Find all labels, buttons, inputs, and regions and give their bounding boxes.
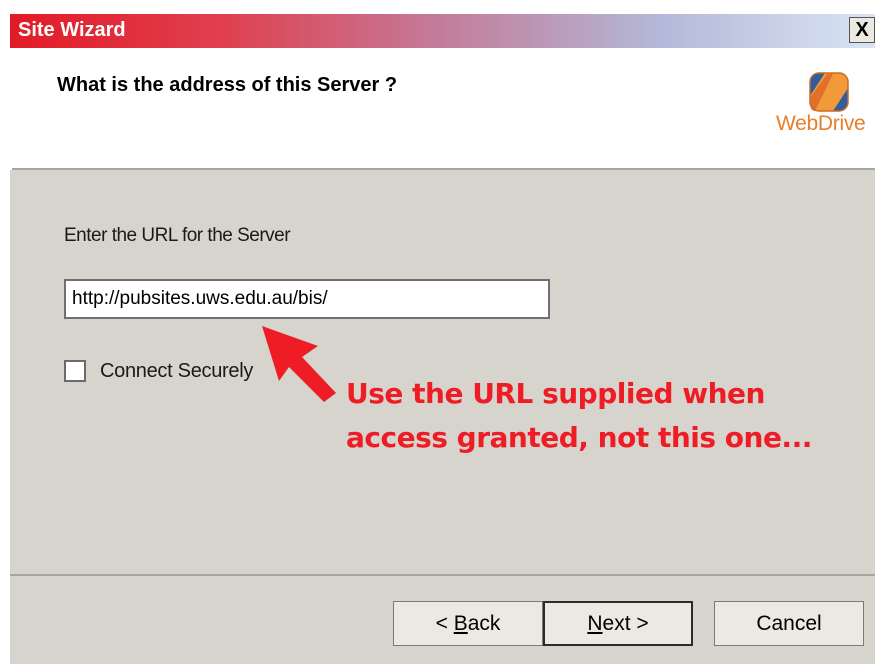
wizard-header: What is the address of this Server ? Web… xyxy=(12,48,875,170)
connect-securely-label[interactable]: Connect Securely xyxy=(100,360,253,383)
close-button[interactable]: X xyxy=(849,17,875,43)
cancel-button[interactable]: Cancel xyxy=(714,601,864,646)
wizard-body: Enter the URL for the Server Connect Sec… xyxy=(10,170,875,664)
footer-divider xyxy=(10,574,875,576)
annotation-note: Use the URL supplied when access granted… xyxy=(346,372,812,460)
back-button[interactable]: < Back xyxy=(393,601,543,646)
logo-text: WebDrive xyxy=(776,112,866,135)
window-title: Site Wizard xyxy=(18,19,126,41)
url-label: Enter the URL for the Server xyxy=(64,225,291,246)
next-button[interactable]: Next > xyxy=(543,601,693,646)
webdrive-logo-icon xyxy=(809,72,849,112)
annotation-line-2: access granted, not this one... xyxy=(346,421,812,454)
webdrive-logo: WebDrive xyxy=(776,70,875,140)
connect-securely-checkbox[interactable] xyxy=(64,360,86,382)
annotation-line-1: Use the URL supplied when xyxy=(346,377,765,410)
url-input[interactable] xyxy=(64,279,550,319)
title-bar[interactable]: Site Wizard X xyxy=(10,14,875,48)
page-title: What is the address of this Server ? xyxy=(57,74,398,96)
